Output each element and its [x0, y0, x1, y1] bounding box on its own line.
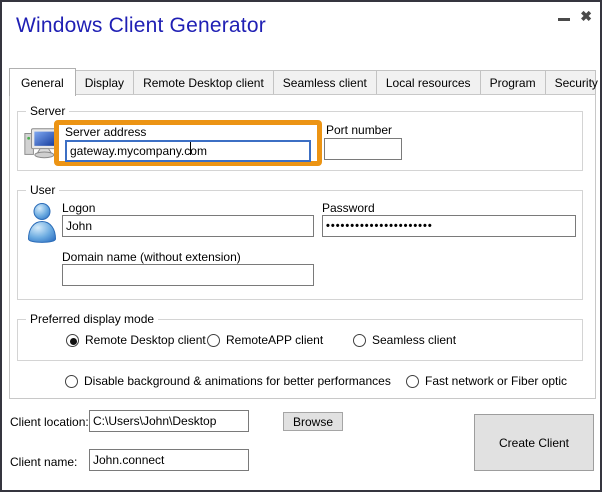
- port-number-input[interactable]: [324, 138, 402, 160]
- tab-general[interactable]: General: [9, 68, 76, 96]
- text-caret: [190, 142, 191, 155]
- window-title: Windows Client Generator: [16, 14, 266, 38]
- server-group: Server Server address: [17, 111, 583, 171]
- client-name-input[interactable]: [89, 449, 249, 471]
- port-number-label: Port number: [326, 123, 392, 137]
- tab-security[interactable]: Security: [546, 71, 602, 94]
- radio-remoteapp-client[interactable]: RemoteAPP client: [207, 333, 323, 347]
- radio-button-icon: [406, 375, 419, 388]
- logon-label: Logon: [62, 201, 95, 215]
- tab-program[interactable]: Program: [481, 71, 546, 94]
- radio-button-icon: [65, 375, 78, 388]
- radio-label: RemoteAPP client: [226, 333, 323, 347]
- close-icon[interactable]: ✖: [580, 8, 592, 24]
- window-controls: ✖: [558, 8, 592, 24]
- radio-seamless-client[interactable]: Seamless client: [353, 333, 456, 347]
- tab-display[interactable]: Display: [76, 71, 134, 94]
- minimize-icon[interactable]: [558, 18, 570, 21]
- radio-button-icon: [66, 334, 79, 347]
- client-name-label: Client name:: [10, 455, 77, 469]
- server-address-input[interactable]: [65, 140, 311, 162]
- display-mode-group-label: Preferred display mode: [26, 312, 158, 326]
- tab-bar: General Display Remote Desktop client Se…: [9, 70, 596, 94]
- server-address-label: Server address: [65, 125, 311, 139]
- create-client-button[interactable]: Create Client: [474, 414, 594, 471]
- server-address-highlight: Server address: [54, 120, 322, 166]
- tab-seamless-client[interactable]: Seamless client: [274, 71, 377, 94]
- password-label: Password: [322, 201, 375, 215]
- domain-name-input[interactable]: [62, 264, 314, 286]
- browse-button[interactable]: Browse: [283, 412, 343, 431]
- radio-button-icon: [353, 334, 366, 347]
- tab-page-general: Server Server address: [9, 94, 596, 399]
- radio-label: Disable background & animations for bett…: [84, 374, 391, 388]
- tab-remote-desktop-client[interactable]: Remote Desktop client: [134, 71, 274, 94]
- client-generator-window: Windows Client Generator ✖ General Displ…: [0, 0, 602, 492]
- radio-fast-network-fiber-optic[interactable]: Fast network or Fiber optic: [406, 374, 567, 388]
- client-location-input[interactable]: [89, 410, 249, 432]
- user-group: User Logon Password Domain name (without…: [17, 190, 583, 300]
- tab-local-resources[interactable]: Local resources: [377, 71, 481, 94]
- radio-disable-background-animations[interactable]: Disable background & animations for bett…: [65, 374, 391, 388]
- radio-button-icon: [207, 334, 220, 347]
- server-group-label: Server: [26, 104, 69, 118]
- logon-input[interactable]: [62, 215, 314, 237]
- display-mode-group: Preferred display mode Remote Desktop cl…: [17, 319, 583, 361]
- user-icon: [25, 201, 59, 245]
- client-location-label: Client location:: [10, 415, 89, 429]
- domain-name-label: Domain name (without extension): [62, 250, 241, 264]
- radio-remote-desktop-client[interactable]: Remote Desktop client: [66, 333, 206, 347]
- radio-label: Fast network or Fiber optic: [425, 374, 567, 388]
- radio-label: Seamless client: [372, 333, 456, 347]
- user-group-label: User: [26, 183, 59, 197]
- radio-label: Remote Desktop client: [85, 333, 206, 347]
- password-input[interactable]: [322, 215, 576, 237]
